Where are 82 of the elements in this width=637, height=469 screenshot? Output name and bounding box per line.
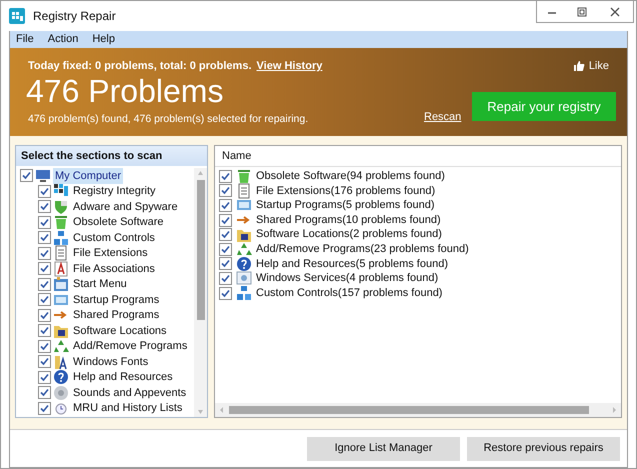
tree-item[interactable]: Adware and Spyware <box>71 198 180 215</box>
result-row[interactable]: Windows Services(4 problems found) <box>256 270 438 287</box>
recycle-icon <box>53 338 69 354</box>
checkbox[interactable] <box>38 278 51 291</box>
result-row[interactable]: Custom Controls(157 problems found) <box>256 284 442 302</box>
checkbox[interactable] <box>38 402 51 415</box>
result-row[interactable]: Software Locations(2 problems found) <box>256 226 442 243</box>
tree-item[interactable]: Custom Controls <box>71 230 157 246</box>
checkbox[interactable] <box>38 386 51 400</box>
checkbox[interactable] <box>38 355 51 368</box>
result-row[interactable]: File Extensions(176 problems found) <box>256 182 436 200</box>
column-header[interactable]: Name <box>215 148 258 164</box>
tree-item[interactable]: Help and Resources <box>71 369 175 386</box>
checkbox[interactable] <box>219 198 232 212</box>
tree-item[interactable]: File Extensions <box>71 245 150 262</box>
letter-icon <box>53 260 69 277</box>
trash-icon <box>53 214 69 230</box>
tree-item[interactable]: Startup Programs <box>71 292 162 308</box>
checkbox[interactable] <box>219 214 232 227</box>
close-icon <box>610 6 620 16</box>
problems-count-title: 476 Problems <box>26 72 224 111</box>
checkbox[interactable] <box>219 272 232 285</box>
tree-item[interactable]: File Associations <box>71 260 157 277</box>
document-icon <box>53 245 69 262</box>
rescan-link[interactable]: Rescan <box>424 109 462 126</box>
checkbox[interactable] <box>38 231 51 244</box>
blocks-icon <box>236 285 252 302</box>
tree-item[interactable]: Start Menu <box>71 276 129 292</box>
status-text: 476 problem(s) found, 476 problem(s) selected for repairing. <box>28 112 308 127</box>
result-row[interactable]: Shared Programs(10 problems found) <box>256 212 441 228</box>
menu-item[interactable]: Help <box>92 31 115 48</box>
panel-heading: Select the sections to scan <box>16 146 207 166</box>
checkbox[interactable] <box>219 228 232 242</box>
result-row[interactable]: Obsolete Software(94 problems found) <box>256 168 445 185</box>
tree-item[interactable]: My Computer <box>53 168 124 184</box>
checkbox[interactable] <box>38 184 51 198</box>
checkbox[interactable] <box>20 169 33 182</box>
thumbs-up-icon <box>572 60 585 72</box>
recycle-icon <box>236 241 252 258</box>
view-history-link[interactable]: View History <box>256 58 322 74</box>
font-icon <box>53 354 69 370</box>
tree-item[interactable]: Registry Integrity <box>71 183 158 200</box>
like-button[interactable]: Like <box>572 58 609 74</box>
tree-item[interactable]: Shared Programs <box>71 307 162 324</box>
help-icon <box>236 256 252 272</box>
result-row[interactable]: Startup Programs(5 problems found) <box>256 197 435 214</box>
window-title: Registry Repair <box>33 8 116 25</box>
checkbox[interactable] <box>38 308 51 322</box>
checkbox[interactable] <box>219 170 232 183</box>
action-button[interactable]: Ignore List Manager <box>307 436 460 460</box>
checkbox[interactable] <box>38 370 51 384</box>
checkbox[interactable] <box>38 293 51 306</box>
menu-item[interactable]: File <box>16 31 34 48</box>
checkbox[interactable] <box>219 242 232 256</box>
action-button[interactable]: Restore previous repairs <box>467 436 620 460</box>
checkbox[interactable] <box>38 216 51 229</box>
result-row[interactable]: Add/Remove Programs(23 problems found) <box>256 241 469 258</box>
checkbox[interactable] <box>219 286 232 300</box>
tree-item[interactable]: Add/Remove Programs <box>71 338 190 354</box>
menu-item[interactable]: Action <box>48 31 78 48</box>
blocks-icon <box>53 230 69 246</box>
app-icon <box>9 8 25 24</box>
tree-item[interactable]: Windows Fonts <box>71 354 150 370</box>
checkbox[interactable] <box>38 324 51 338</box>
checkbox[interactable] <box>219 257 232 270</box>
checkbox[interactable] <box>38 200 51 214</box>
tree-item[interactable]: Software Locations <box>71 322 169 339</box>
computer-icon <box>35 168 51 183</box>
maximize-icon <box>577 6 587 16</box>
checkbox[interactable] <box>219 184 232 198</box>
tree-item[interactable]: Sounds and Appevents <box>71 384 188 401</box>
document-icon <box>236 182 252 199</box>
checkbox[interactable] <box>38 340 51 353</box>
shield-icon <box>53 198 69 215</box>
checkbox[interactable] <box>38 262 51 276</box>
result-row[interactable]: Help and Resources(5 problems found) <box>256 256 448 272</box>
summary-text: Today fixed: 0 problems, total: 0 problems. <box>28 59 252 74</box>
tree-item[interactable]: Obsolete Software <box>71 214 166 230</box>
checkbox[interactable] <box>38 246 51 260</box>
trash-icon <box>236 168 252 184</box>
help-icon <box>53 369 69 386</box>
tree-item[interactable]: MRU and History Lists <box>71 400 184 416</box>
